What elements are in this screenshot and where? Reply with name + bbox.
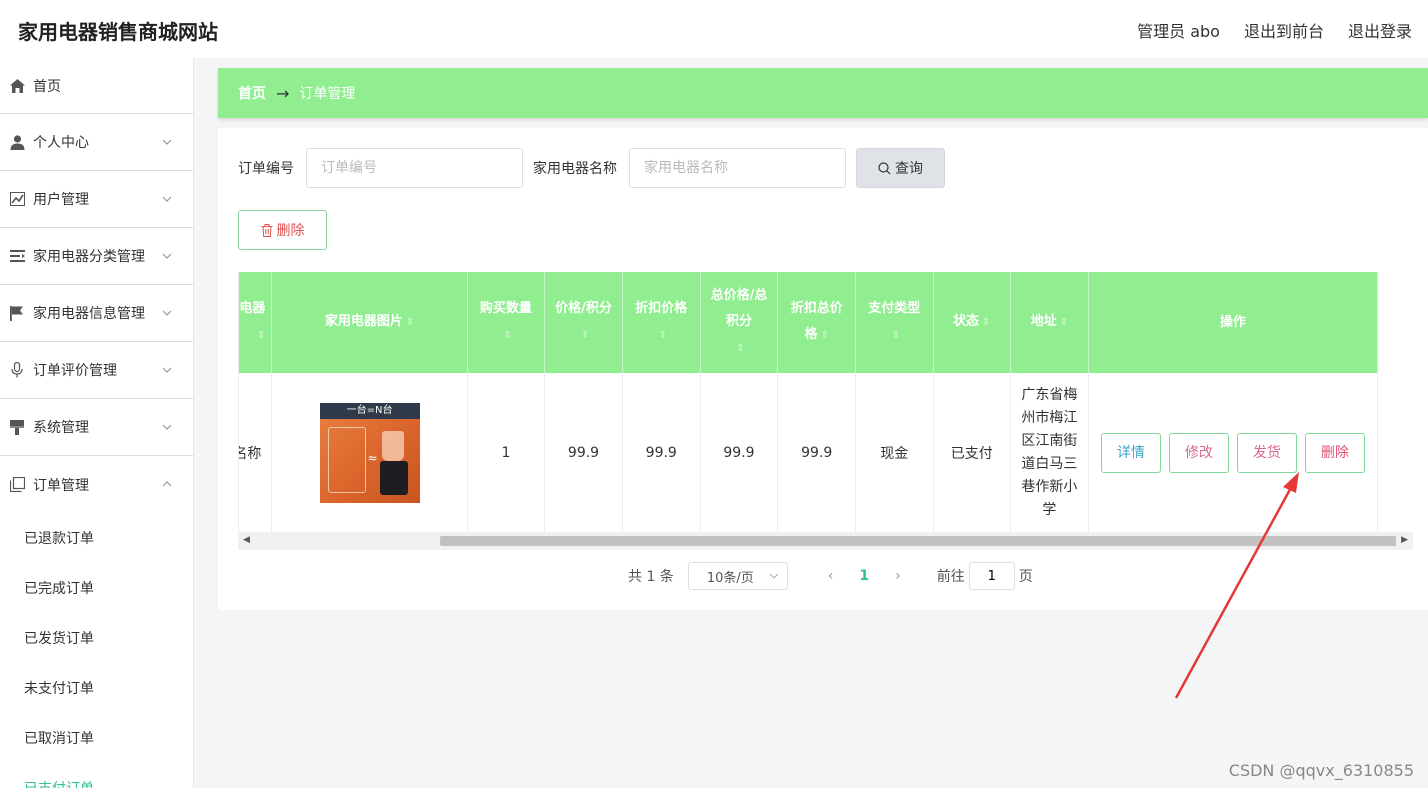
watermark: CSDN @qqvx_6310855 <box>1228 761 1414 780</box>
annotation-arrow <box>1174 472 1299 699</box>
